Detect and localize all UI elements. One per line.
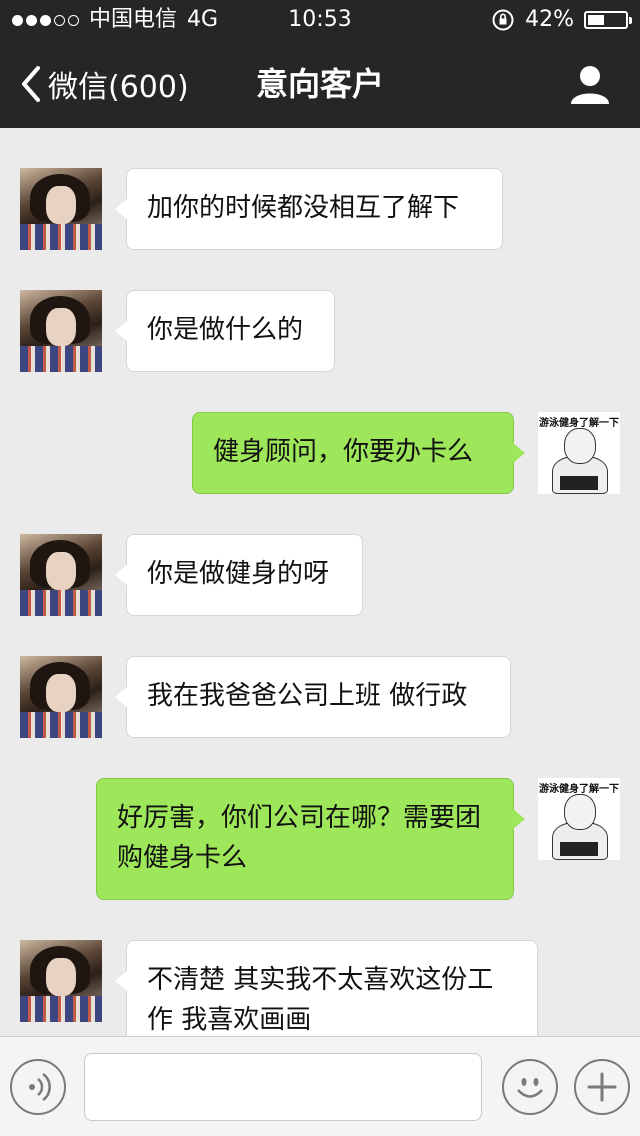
battery-percent: 42% [525,7,574,32]
contact-avatar[interactable] [20,290,102,372]
outgoing-message-bubble[interactable]: 好厉害，你们公司在哪？需要团购健身卡么 [96,778,525,900]
incoming-message-bubble[interactable]: 你是做什么的 [115,290,335,372]
incoming-message-bubble[interactable]: 你是做健身的呀 [115,534,363,616]
rotation-lock-icon [492,9,514,31]
contact-avatar[interactable] [20,940,102,1022]
smiley-icon [517,1078,543,1098]
battery-icon [584,11,632,29]
incoming-message-bubble[interactable]: 我在我爸爸公司上班 做行政 [115,656,511,738]
incoming-message-bubble[interactable]: 不清楚 其实我不太喜欢这份工作 我喜欢画画 [115,940,538,1036]
status-bar: 中国电信 4G 10:53 42% [0,0,640,40]
voice-input-button[interactable] [10,1059,66,1115]
my-avatar-caption: 游泳健身了解一下 [539,418,619,429]
top-bar: 中国电信 4G 10:53 42% 微信(600) 意向客户 [0,0,640,128]
contact-profile-icon[interactable] [568,62,612,106]
input-toolbar [0,1036,640,1136]
contact-avatar[interactable] [20,168,102,250]
my-avatar[interactable]: 游泳健身了解一下 [538,412,620,494]
outgoing-message-bubble[interactable]: 健身顾问，你要办卡么 [192,412,525,494]
emoji-button[interactable] [502,1059,558,1115]
contact-avatar[interactable] [20,656,102,738]
voice-icon [29,1072,51,1102]
contact-avatar[interactable] [20,534,102,616]
chat-title: 意向客户 [255,65,384,103]
incoming-message-bubble[interactable]: 加你的时候都没相互了解下 [115,168,503,250]
more-options-button[interactable] [574,1059,630,1115]
my-avatar-caption: 游泳健身了解一下 [539,784,619,795]
chat-history[interactable]: 加你的时候都没相互了解下 你是做什么的 健身顾问，你要办卡么 游泳健身了解一下 … [0,128,640,1036]
navigation-bar: 微信(600) 意向客户 [0,40,640,128]
my-avatar[interactable]: 游泳健身了解一下 [538,778,620,860]
message-input[interactable] [84,1053,482,1121]
plus-icon [587,1072,617,1102]
